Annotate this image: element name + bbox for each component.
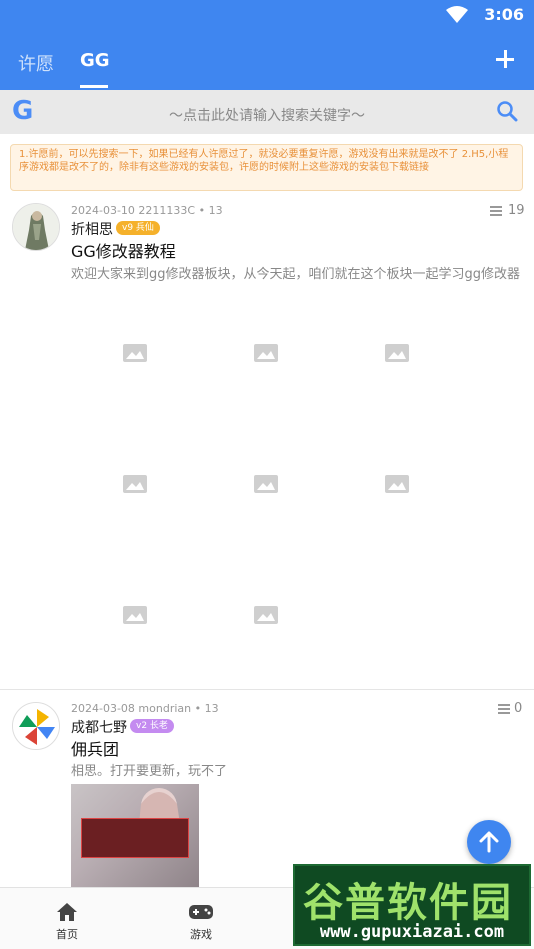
tab-active-indicator xyxy=(80,85,108,88)
image-placeholder-icon[interactable] xyxy=(253,474,279,494)
comment-icon xyxy=(498,704,510,714)
image-placeholder-icon[interactable] xyxy=(384,343,410,363)
post-item[interactable]: 2024-03-10 2211133C • 13 19 折相思 v9 兵仙 GG… xyxy=(0,195,534,689)
post-summary: 相思。打开要更新，玩不了 xyxy=(71,764,228,779)
author-name[interactable]: 折相思 xyxy=(71,219,113,239)
post-title[interactable]: GG修改器教程 xyxy=(71,238,176,262)
image-placeholder-icon[interactable] xyxy=(122,474,148,494)
level-badge: v9 兵仙 xyxy=(116,221,160,235)
home-icon xyxy=(57,903,77,921)
pinwheel-avatar-icon xyxy=(13,703,59,749)
avatar-image xyxy=(13,204,59,250)
status-time: 3:06 xyxy=(484,5,524,24)
wifi-icon xyxy=(446,6,468,23)
app-screen: 3:06 许愿 GG G ～点击此处请输入搜索关键字～ 1.许愿前，可以先搜索一… xyxy=(0,0,534,949)
scroll-to-top-button[interactable] xyxy=(467,820,511,864)
avatar[interactable] xyxy=(12,702,60,750)
add-post-button[interactable] xyxy=(494,48,516,70)
gamepad-icon xyxy=(189,905,213,919)
image-placeholder-icon[interactable] xyxy=(253,605,279,625)
tab-gg[interactable]: GG xyxy=(80,50,110,71)
nav-games-label: 游戏 xyxy=(190,928,212,941)
post-title[interactable]: 佣兵团 xyxy=(71,736,119,760)
search-bar[interactable]: G ～点击此处请输入搜索关键字～ xyxy=(0,90,534,134)
search-input[interactable]: ～点击此处请输入搜索关键字～ xyxy=(0,105,534,125)
nav-home-label: 首页 xyxy=(56,928,78,941)
top-tab-bar: 许愿 GG xyxy=(0,30,534,90)
notice-banner: 1.许愿前，可以先搜索一下，如果已经有人许愿过了，就没必要重复许愿，游戏没有出来… xyxy=(10,144,523,191)
author-name[interactable]: 成都七野 xyxy=(71,717,127,737)
comment-count: 0 xyxy=(514,701,523,716)
image-placeholder-icon[interactable] xyxy=(253,343,279,363)
image-placeholder-icon[interactable] xyxy=(384,474,410,494)
post-meta: 2024-03-10 2211133C • 13 xyxy=(71,204,223,217)
search-icon[interactable] xyxy=(496,100,518,122)
watermark-logo: 谷普软件园 www.gupuxiazai.com xyxy=(293,864,531,946)
image-placeholder-icon[interactable] xyxy=(122,605,148,625)
post-meta: 2024-03-08 mondrian • 13 xyxy=(71,702,219,715)
comment-icon xyxy=(490,206,502,216)
tab-wish[interactable]: 许愿 xyxy=(18,50,54,76)
nav-games[interactable]: 游戏 xyxy=(156,888,246,949)
status-bar: 3:06 xyxy=(0,0,534,30)
watermark-url: www.gupuxiazai.com xyxy=(319,922,505,942)
watermark-title: 谷普软件园 xyxy=(303,880,513,926)
comment-count: 19 xyxy=(508,203,525,218)
image-placeholder-icon[interactable] xyxy=(122,343,148,363)
thumbnail-dialog xyxy=(81,818,189,858)
post-thumbnail[interactable] xyxy=(71,784,199,887)
level-badge: v2 长老 xyxy=(130,719,174,733)
avatar[interactable] xyxy=(12,203,60,251)
arrow-up-icon xyxy=(479,831,499,853)
post-summary: 欢迎大家来到gg修改器板块，从今天起，咱们就在这个板块一起学习gg修改器 xyxy=(71,267,521,282)
nav-home[interactable]: 首页 xyxy=(22,888,112,949)
